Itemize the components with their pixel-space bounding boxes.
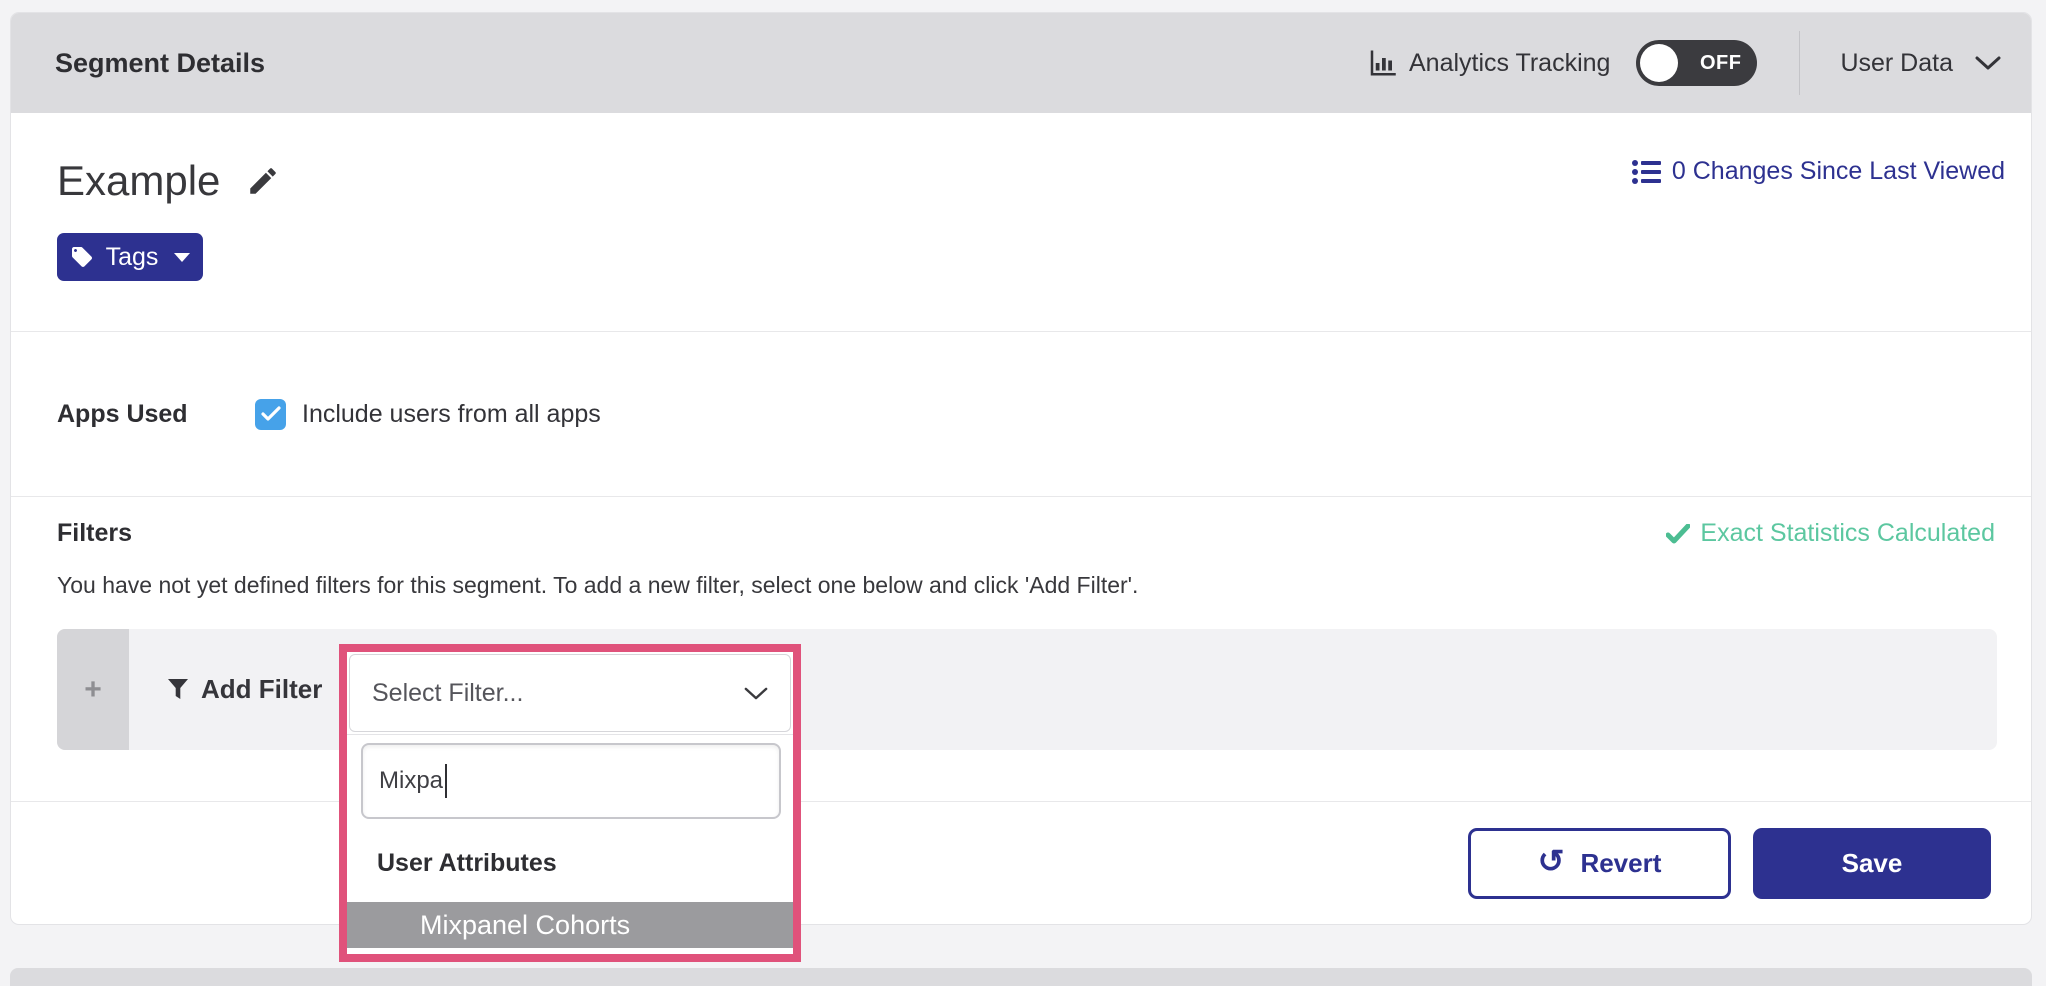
change-list-icon: [1632, 159, 1662, 185]
toggle-knob: [1640, 44, 1678, 82]
user-data-dropdown[interactable]: User Data: [1840, 49, 2001, 78]
segment-name: Example: [57, 157, 220, 205]
apps-used-section: Apps Used Include users from all apps: [11, 332, 2031, 497]
changes-link-label: 0 Changes Since Last Viewed: [1672, 157, 2005, 186]
header-right: Analytics Tracking OFF User Data: [1367, 31, 2001, 95]
analytics-tracking-toggle[interactable]: OFF: [1636, 40, 1757, 86]
next-card-header: [10, 968, 2032, 986]
header-divider: [1799, 31, 1800, 95]
text-cursor: [445, 764, 447, 798]
filter-select-dropdown-highlight: Select Filter... Mixpa User Attributes M…: [339, 644, 801, 962]
funnel-icon: [167, 678, 189, 702]
filters-empty-message: You have not yet defined filters for thi…: [57, 572, 1995, 599]
chevron-down-icon: [1975, 55, 2001, 71]
card-footer: ↺ Revert Save: [11, 802, 2031, 924]
edit-pencil-icon[interactable]: [246, 164, 280, 198]
filter-search-input[interactable]: Mixpa: [361, 743, 781, 819]
include-all-apps-checkbox[interactable]: [255, 399, 286, 430]
analytics-tracking-group: Analytics Tracking: [1367, 48, 1610, 78]
revert-icon: ↺: [1538, 845, 1565, 877]
add-filter-label-group: Add Filter: [167, 674, 322, 705]
plus-icon: +: [84, 673, 102, 707]
changes-since-last-viewed-link[interactable]: 0 Changes Since Last Viewed: [1632, 157, 2005, 186]
add-filter-plus-button[interactable]: +: [57, 629, 129, 750]
filters-section: Filters Exact Statistics Calculated You …: [11, 497, 2031, 802]
segment-title-section: Example 0 Changes Since Last Viewed Tags: [11, 113, 2031, 332]
apps-used-label: Apps Used: [57, 400, 255, 429]
chevron-down-icon: [744, 686, 768, 701]
filter-select-placeholder: Select Filter...: [372, 679, 523, 708]
include-all-apps-label: Include users from all apps: [302, 400, 601, 429]
revert-button-label: Revert: [1580, 848, 1661, 879]
segment-details-card: Segment Details Analytics Tracking OFF U…: [10, 12, 2032, 925]
save-button[interactable]: Save: [1753, 828, 1991, 899]
card-header: Segment Details Analytics Tracking OFF U…: [11, 13, 2031, 113]
bar-chart-icon: [1367, 48, 1397, 78]
revert-button[interactable]: ↺ Revert: [1468, 828, 1731, 899]
dropdown-option-mixpanel-cohorts[interactable]: Mixpanel Cohorts: [347, 902, 793, 948]
filters-title: Filters: [57, 519, 132, 548]
tags-button[interactable]: Tags: [57, 233, 203, 281]
dropdown-group-label: User Attributes: [377, 849, 793, 878]
save-button-label: Save: [1842, 848, 1903, 879]
filter-search-value: Mixpa: [379, 767, 443, 795]
page-title: Segment Details: [55, 48, 265, 79]
filter-select-control[interactable]: Select Filter...: [349, 654, 791, 732]
exact-statistics-status: Exact Statistics Calculated: [1666, 519, 1995, 548]
filter-dropdown-panel: Mixpa User Attributes Mixpanel Cohorts: [347, 734, 793, 948]
tags-button-label: Tags: [106, 243, 159, 272]
toggle-state-label: OFF: [1700, 52, 1742, 75]
caret-down-icon: [174, 253, 190, 262]
tag-icon: [70, 245, 94, 269]
add-filter-label: Add Filter: [201, 674, 322, 705]
user-data-label: User Data: [1840, 49, 1953, 78]
analytics-tracking-label: Analytics Tracking: [1409, 49, 1610, 78]
checkmark-icon: [261, 406, 281, 422]
check-icon: [1666, 524, 1690, 544]
exact-statistics-label: Exact Statistics Calculated: [1700, 519, 1995, 548]
filters-header-row: Filters Exact Statistics Calculated: [57, 519, 1995, 548]
